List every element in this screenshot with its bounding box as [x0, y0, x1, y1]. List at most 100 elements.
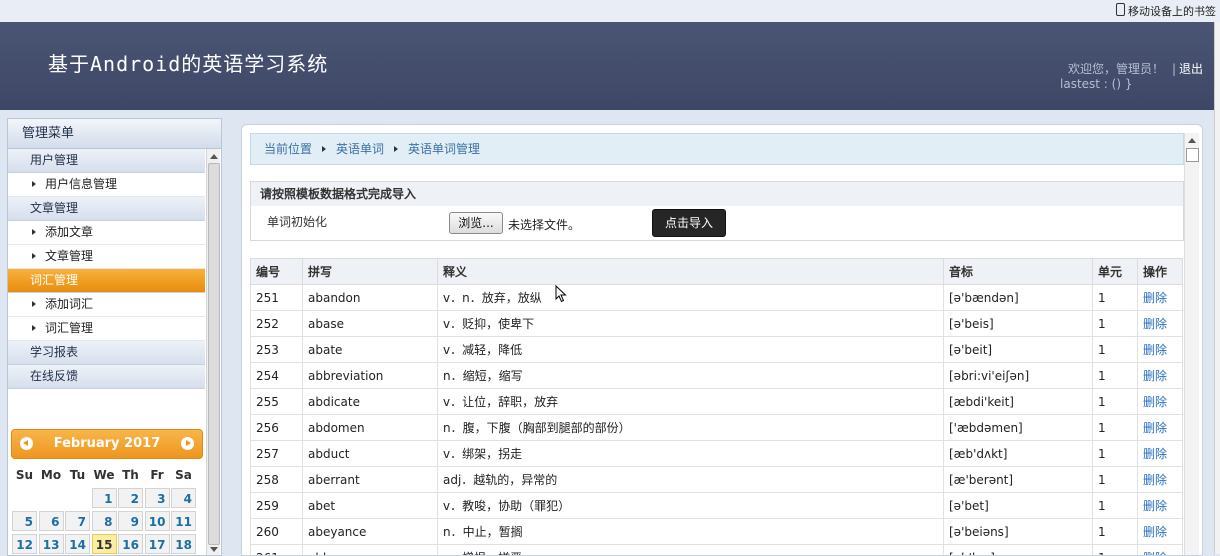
calendar-day[interactable]: 2	[118, 488, 143, 508]
cell-spelling: abet	[303, 493, 438, 519]
cell-action: 删除	[1138, 545, 1183, 556]
cell-meaning: v．憎恨，嫌恶	[438, 545, 944, 556]
table-row: 261abhorv．憎恨，嫌恶[əb'hɔ:]1删除	[251, 545, 1183, 556]
cell-id: 256	[251, 415, 303, 441]
sidebar: 管理菜单 用户管理 用户信息管理 文章管理 添加文章 文章管理 词汇管理 添加词…	[7, 118, 222, 556]
delete-link[interactable]: 删除	[1143, 473, 1167, 487]
calendar-day[interactable]: 7	[65, 511, 90, 531]
calendar-day[interactable]: 4	[171, 488, 196, 508]
cell-id: 255	[251, 389, 303, 415]
calendar-day[interactable]: 16	[118, 534, 143, 554]
calendar-weekday: Fr	[145, 465, 170, 485]
calendar-prev-icon[interactable]	[20, 437, 33, 450]
cell-phonetic: [əbri:vi'eiʃən]	[944, 363, 1093, 389]
delete-link[interactable]: 删除	[1143, 369, 1167, 383]
word-table-wrap: 编号 拼写 释义 音标 单元 操作 251abandonv．n．放弃，放纵[ə'…	[250, 258, 1182, 556]
cell-unit: 1	[1093, 311, 1138, 337]
calendar-day[interactable]: 18	[171, 534, 196, 554]
calendar-day[interactable]: 9	[118, 511, 143, 531]
mouse-cursor-icon	[555, 285, 567, 303]
file-status: 未选择文件。	[508, 216, 580, 233]
calendar-day[interactable]: 11	[171, 511, 196, 531]
calendar-day[interactable]: 3	[145, 488, 170, 508]
cell-id: 254	[251, 363, 303, 389]
table-header-row: 编号 拼写 释义 音标 单元 操作	[251, 259, 1183, 285]
calendar-day[interactable]: 17	[145, 534, 170, 554]
delete-link[interactable]: 删除	[1143, 395, 1167, 409]
delete-link[interactable]: 删除	[1143, 499, 1167, 513]
scroll-down-icon[interactable]	[210, 547, 218, 552]
delete-link[interactable]: 删除	[1143, 421, 1167, 435]
menu-group-report[interactable]: 学习报表	[8, 341, 205, 365]
cell-action: 删除	[1138, 415, 1183, 441]
cell-id: 251	[251, 285, 303, 311]
mobile-bookmarks-link[interactable]: 移动设备上的书签	[1116, 3, 1216, 19]
col-id: 编号	[251, 259, 303, 285]
cell-meaning: v．减轻，降低	[438, 337, 944, 363]
breadcrumb-separator-icon	[322, 146, 326, 152]
cell-meaning: v．贬抑，使卑下	[438, 311, 944, 337]
delete-link[interactable]: 删除	[1143, 525, 1167, 539]
import-label: 单词初始化	[267, 213, 327, 230]
sidebar-scrollbar[interactable]	[206, 149, 220, 555]
menu-group-feedback[interactable]: 在线反馈	[8, 365, 205, 389]
cell-id: 253	[251, 337, 303, 363]
table-row: 259abetv．教唆，协助（罪犯）[ə'bet]1删除	[251, 493, 1183, 519]
calendar-weekday: We	[92, 465, 117, 485]
cell-unit: 1	[1093, 467, 1138, 493]
menu-item-manage-article[interactable]: 文章管理	[8, 245, 205, 269]
scroll-up-icon[interactable]	[210, 154, 218, 159]
table-row: 257abductv．绑架，拐走[æb'dʌkt]1删除	[251, 441, 1183, 467]
scroll-thumb[interactable]	[208, 163, 220, 545]
menu-item-user-info[interactable]: 用户信息管理	[8, 173, 205, 197]
cell-phonetic: [ə'bet]	[944, 493, 1093, 519]
calendar-day[interactable]: 6	[39, 511, 64, 531]
main-content: 当前位置 英语单词 英语单词管理 请按照模板数据格式完成导入 单词初始化 浏览.…	[241, 124, 1203, 556]
calendar-next-icon[interactable]	[181, 437, 194, 450]
arrow-right-icon	[32, 181, 36, 187]
import-panel: 请按照模板数据格式完成导入 单词初始化 浏览... 未选择文件。 点击导入	[250, 181, 1184, 241]
table-row: 258aberrantadj．越轨的，异常的[æ'berənt]1删除	[251, 467, 1183, 493]
delete-link[interactable]: 删除	[1143, 343, 1167, 357]
delete-link[interactable]: 删除	[1143, 447, 1167, 461]
col-unit: 单元	[1093, 259, 1138, 285]
cell-phonetic: ['æbdəmen]	[944, 415, 1093, 441]
breadcrumb-word-management[interactable]: 英语单词管理	[408, 134, 480, 164]
calendar-empty-cell	[39, 488, 64, 508]
cell-spelling: abduct	[303, 441, 438, 467]
scroll-up-icon[interactable]	[1188, 138, 1196, 143]
import-button[interactable]: 点击导入	[652, 209, 726, 237]
browse-button[interactable]: 浏览...	[449, 212, 503, 234]
cell-phonetic: [ə'beiəns]	[944, 519, 1093, 545]
scroll-thumb[interactable]	[1186, 148, 1199, 162]
menu-group-article[interactable]: 文章管理	[8, 197, 205, 221]
cell-action: 删除	[1138, 337, 1183, 363]
calendar-day[interactable]: 1	[92, 488, 117, 508]
delete-link[interactable]: 删除	[1143, 291, 1167, 305]
menu-group-user[interactable]: 用户管理	[8, 149, 205, 173]
page-scrollbar[interactable]	[1214, 22, 1220, 554]
cell-action: 删除	[1138, 389, 1183, 415]
menu-group-vocabulary[interactable]: 词汇管理	[8, 269, 205, 293]
menu-item-add-article[interactable]: 添加文章	[8, 221, 205, 245]
calendar-weekday: Sa	[171, 465, 196, 485]
content-scrollbar[interactable]	[1184, 133, 1199, 555]
calendar-day[interactable]: 5	[12, 511, 37, 531]
logout-link[interactable]: 退出	[1179, 62, 1203, 76]
cell-spelling: abate	[303, 337, 438, 363]
calendar-day[interactable]: 10	[145, 511, 170, 531]
calendar-day[interactable]: 14	[65, 534, 90, 554]
cell-phonetic: [ə'bændən]	[944, 285, 1093, 311]
calendar-day-today[interactable]: 15	[92, 534, 117, 554]
menu-item-add-vocabulary[interactable]: 添加词汇	[8, 293, 205, 317]
menu-list: 用户管理 用户信息管理 文章管理 添加文章 文章管理 词汇管理 添加词汇 词汇管…	[8, 149, 205, 389]
menu-item-manage-vocabulary[interactable]: 词汇管理	[8, 317, 205, 341]
breadcrumb-english-words[interactable]: 英语单词	[336, 134, 384, 164]
cell-meaning: n．腹，下腹（胸部到腿部的部份）	[438, 415, 944, 441]
calendar-day[interactable]: 8	[92, 511, 117, 531]
calendar-day[interactable]: 12	[12, 534, 37, 554]
delete-link[interactable]: 删除	[1143, 317, 1167, 331]
calendar-day[interactable]: 13	[39, 534, 64, 554]
cell-phonetic: [æbdi'keit]	[944, 389, 1093, 415]
cell-id: 258	[251, 467, 303, 493]
